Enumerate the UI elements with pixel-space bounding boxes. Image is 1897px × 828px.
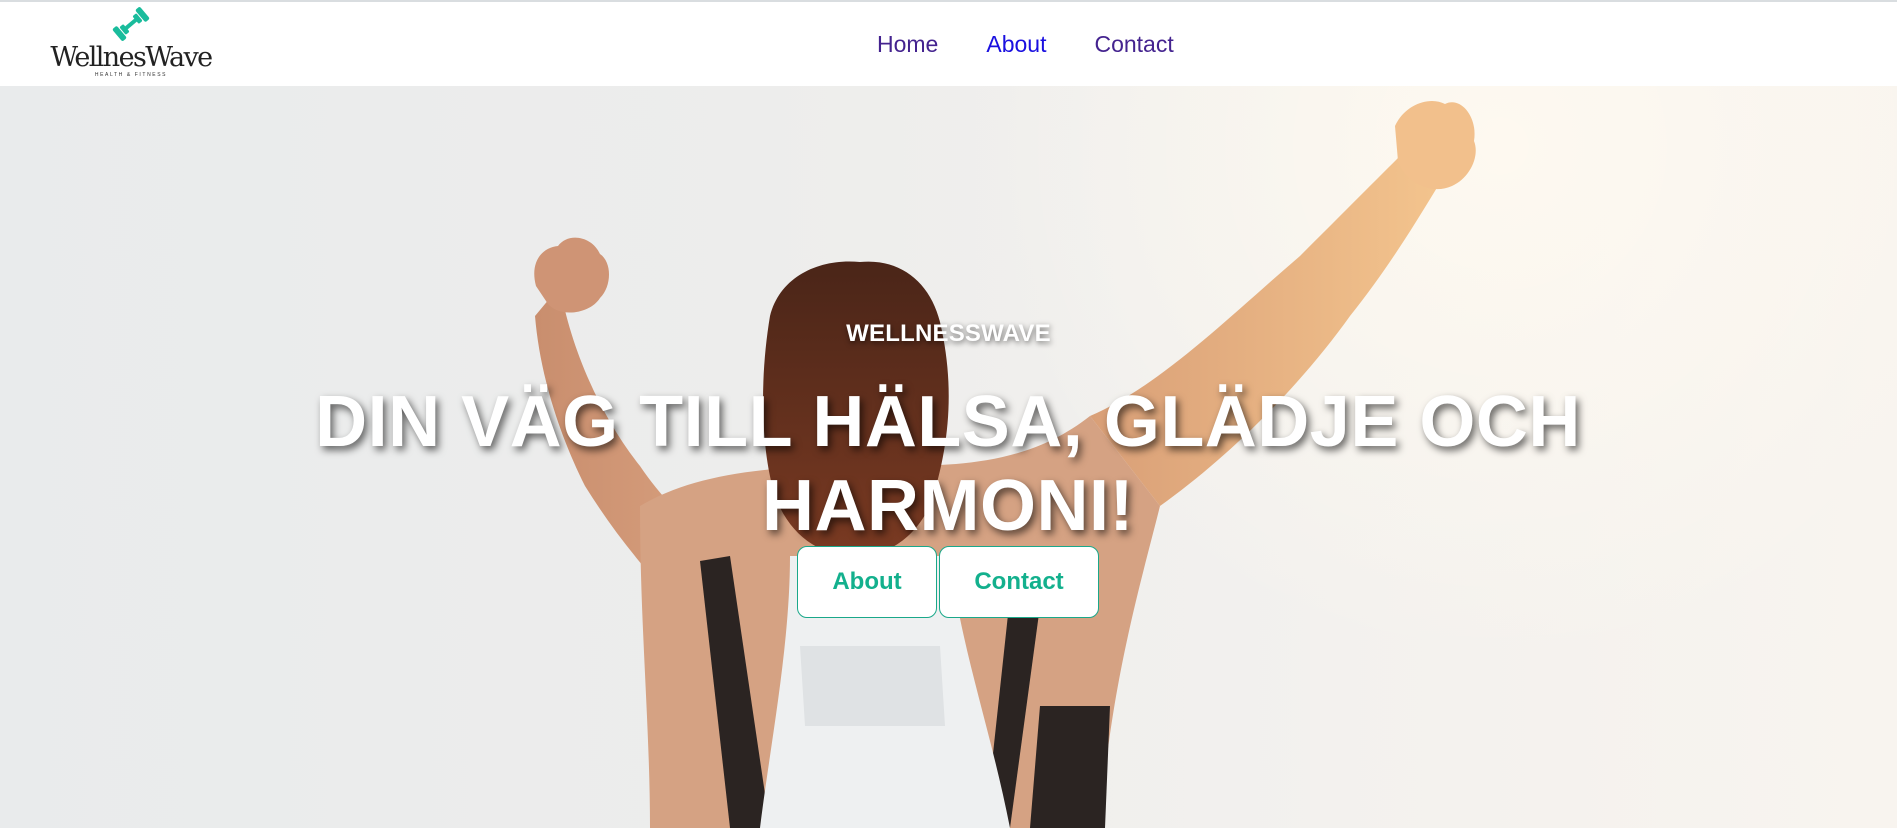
page: WellnesWave HEALTH & FITNESS Home About … bbox=[0, 0, 1897, 828]
contact-button[interactable]: Contact bbox=[939, 546, 1099, 618]
nav-about-link[interactable]: About bbox=[986, 30, 1046, 58]
hero-buttons: About Contact bbox=[797, 546, 1099, 618]
hero-headline: DIN VÄG TILL HÄLSA, GLÄDJE OCH HARMONI! bbox=[315, 382, 1581, 546]
nav-contact-link[interactable]: Contact bbox=[1094, 30, 1173, 58]
about-button[interactable]: About bbox=[797, 546, 937, 618]
hero-kicker: WELLNESSWAVE bbox=[846, 320, 1051, 347]
hero-section: WELLNESSWAVE DIN VÄG TILL HÄLSA, GLÄDJE … bbox=[0, 86, 1897, 828]
logo[interactable]: WellnesWave HEALTH & FITNESS bbox=[46, 6, 216, 80]
brand-name: WellnesWave bbox=[50, 42, 213, 73]
nav-home-link[interactable]: Home bbox=[877, 30, 938, 58]
brand-tagline: HEALTH & FITNESS bbox=[94, 72, 168, 78]
main-nav: Home About Contact bbox=[877, 30, 1174, 58]
dumbbell-icon bbox=[112, 7, 150, 41]
site-header: WellnesWave HEALTH & FITNESS Home About … bbox=[0, 0, 1897, 86]
